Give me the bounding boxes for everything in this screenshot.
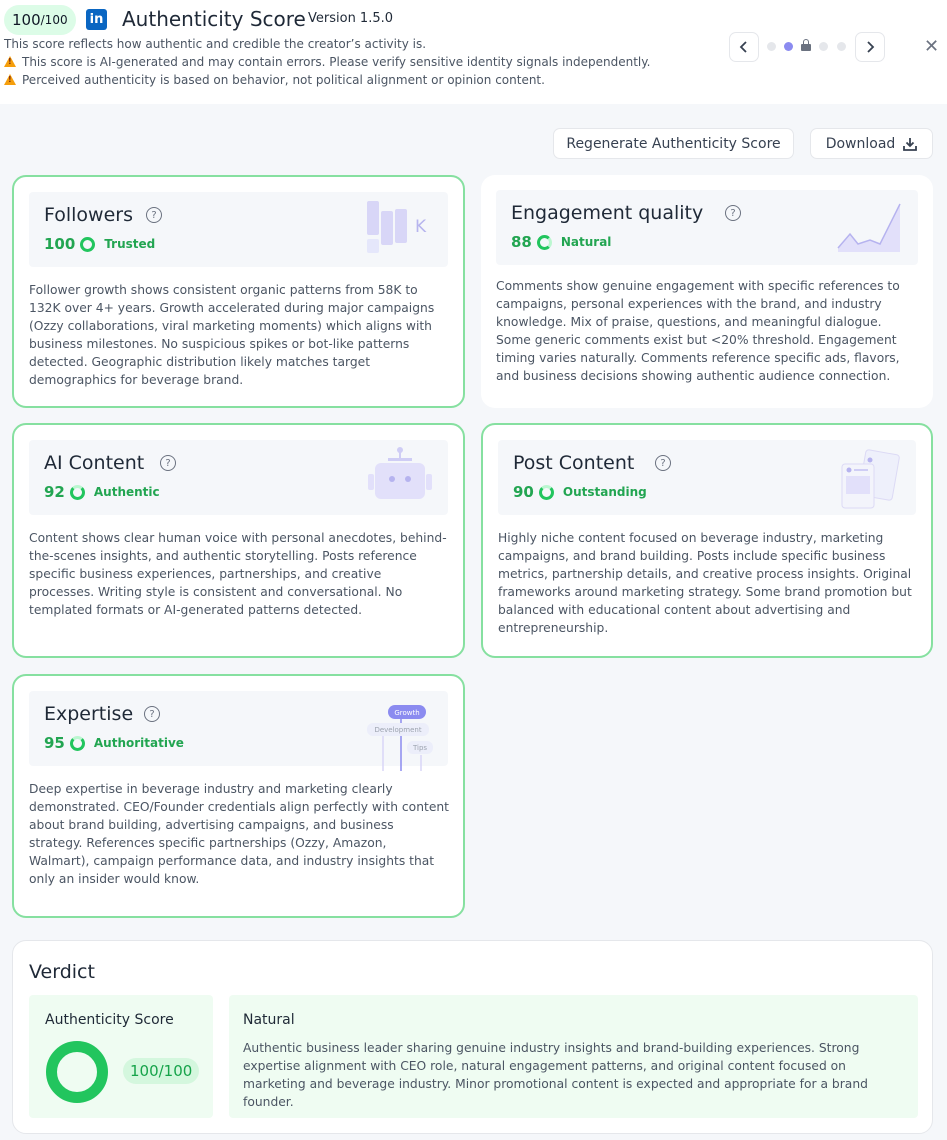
card-body: Deep expertise in beverage industry and … [29, 782, 449, 886]
verdict-section: Verdict Authenticity Score 100/100 Natur… [12, 940, 933, 1134]
score-donut-icon [46, 1041, 108, 1103]
warning-text: Perceived authenticity is based on behav… [22, 73, 545, 87]
card-header: Post Content ? 90 Outstanding [498, 440, 916, 515]
card-body: Highly niche content focused on beverage… [498, 531, 912, 635]
warning-line: Perceived authenticity is based on behav… [4, 73, 545, 87]
pager-dot[interactable] [837, 42, 846, 51]
robot-icon [368, 447, 432, 499]
score-denominator: /100 [40, 13, 68, 27]
followers-card: Followers ? 100 Trusted K Follower growt… [12, 175, 465, 408]
card-header: Expertise ? 95 Authoritative Growth Deve… [29, 691, 448, 771]
help-icon[interactable]: ? [160, 455, 176, 471]
score-value: 90 [513, 483, 534, 501]
lock-icon [801, 39, 811, 51]
verdict-heading: Natural [243, 1012, 295, 1028]
tag-growth: Growth [394, 709, 419, 717]
card-title: Post Content [513, 452, 635, 474]
help-icon[interactable]: ? [725, 205, 741, 221]
engagement-trend-icon [837, 203, 901, 252]
chevron-right-icon [867, 41, 875, 53]
card-header: Engagement quality ? 88 Natural [496, 190, 918, 265]
help-icon[interactable]: ? [146, 207, 162, 223]
score-value: 100 [12, 11, 41, 29]
help-icon[interactable]: ? [655, 455, 671, 471]
download-label: Download [825, 135, 896, 152]
post-cards-icon [841, 449, 900, 509]
warning-icon [4, 56, 16, 67]
pager-dot[interactable] [767, 42, 776, 51]
score-badge: 100/100 [4, 5, 76, 35]
skill-tags-icon: Growth Development Tips [367, 705, 433, 771]
header: 100/100 in Authenticity Score Version 1.… [0, 0, 947, 104]
card-header: AI Content ? 92 Authentic [29, 440, 448, 515]
chevron-left-icon [739, 41, 747, 53]
verdict-title: Verdict [29, 961, 95, 983]
warning-text: This score is AI-generated and may conta… [22, 55, 651, 69]
warning-icon [4, 74, 16, 85]
ai-content-card: AI Content ? 92 Authentic Content shows … [12, 423, 465, 658]
score-label: Outstanding [562, 485, 647, 499]
score-ring-icon [536, 234, 552, 250]
score-row: 90 Outstanding [513, 483, 647, 501]
score-row: 100 Trusted [44, 235, 155, 253]
tag-tips: Tips [412, 744, 427, 752]
card-title: Followers [44, 204, 133, 226]
card-header: Followers ? 100 Trusted K [29, 192, 448, 267]
page-title: Authenticity Score [122, 7, 306, 31]
help-icon[interactable]: ? [144, 706, 160, 722]
verdict-score-label: Authenticity Score [45, 1012, 174, 1028]
verdict-summary: Natural Authentic business leader sharin… [229, 995, 918, 1118]
score-value: 88 [511, 233, 532, 251]
score-label: Trusted [104, 237, 156, 251]
card-body: Comments show genuine engagement with sp… [496, 279, 900, 383]
score-label: Authoritative [93, 736, 184, 750]
score-value: 100 [44, 235, 76, 253]
card-title: Engagement quality [511, 202, 704, 224]
engagement-card: Engagement quality ? 88 Natural Comments… [481, 175, 933, 408]
verdict-score-box: Authenticity Score 100/100 [29, 995, 213, 1118]
score-description: This score reflects how authentic and cr… [4, 37, 427, 51]
download-icon [903, 137, 918, 151]
version-label: Version 1.5.0 [308, 11, 394, 26]
score-label: Natural [560, 235, 612, 249]
score-row: 92 Authentic [44, 483, 160, 501]
next-button[interactable] [855, 32, 885, 62]
followers-chart-icon: K [367, 201, 427, 253]
score-ring-icon [69, 735, 85, 751]
card-title: Expertise [44, 703, 134, 725]
verdict-body: Authentic business leader sharing genuin… [243, 1041, 868, 1109]
regenerate-button[interactable]: Regenerate Authenticity Score [553, 128, 794, 159]
prev-button[interactable] [729, 32, 759, 62]
tag-development: Development [374, 726, 421, 734]
card-body: Content shows clear human voice with per… [29, 531, 447, 617]
pager-dot-active[interactable] [784, 42, 793, 51]
regenerate-label: Regenerate Authenticity Score [566, 135, 781, 152]
expertise-card: Expertise ? 95 Authoritative Growth Deve… [12, 674, 465, 918]
verdict-score-value: 100/100 [123, 1058, 200, 1084]
score-label: Authentic [93, 485, 160, 499]
pager-dot[interactable] [819, 42, 828, 51]
score-row: 95 Authoritative [44, 734, 184, 752]
card-body: Follower growth shows consistent organic… [29, 283, 435, 387]
close-icon[interactable]: ✕ [924, 36, 939, 57]
download-button[interactable]: Download [810, 128, 933, 159]
score-value: 92 [44, 483, 65, 501]
score-ring-icon [69, 484, 85, 500]
card-title: AI Content [44, 452, 145, 474]
score-ring-icon [80, 236, 96, 252]
score-ring-icon [538, 484, 554, 500]
linkedin-icon: in [86, 9, 107, 30]
score-row: 88 Natural [511, 233, 611, 251]
post-content-card: Post Content ? 90 Outstanding Highly nic… [481, 423, 933, 658]
score-value: 95 [44, 734, 65, 752]
illus-letter: K [415, 217, 427, 237]
warning-line: This score is AI-generated and may conta… [4, 55, 650, 69]
